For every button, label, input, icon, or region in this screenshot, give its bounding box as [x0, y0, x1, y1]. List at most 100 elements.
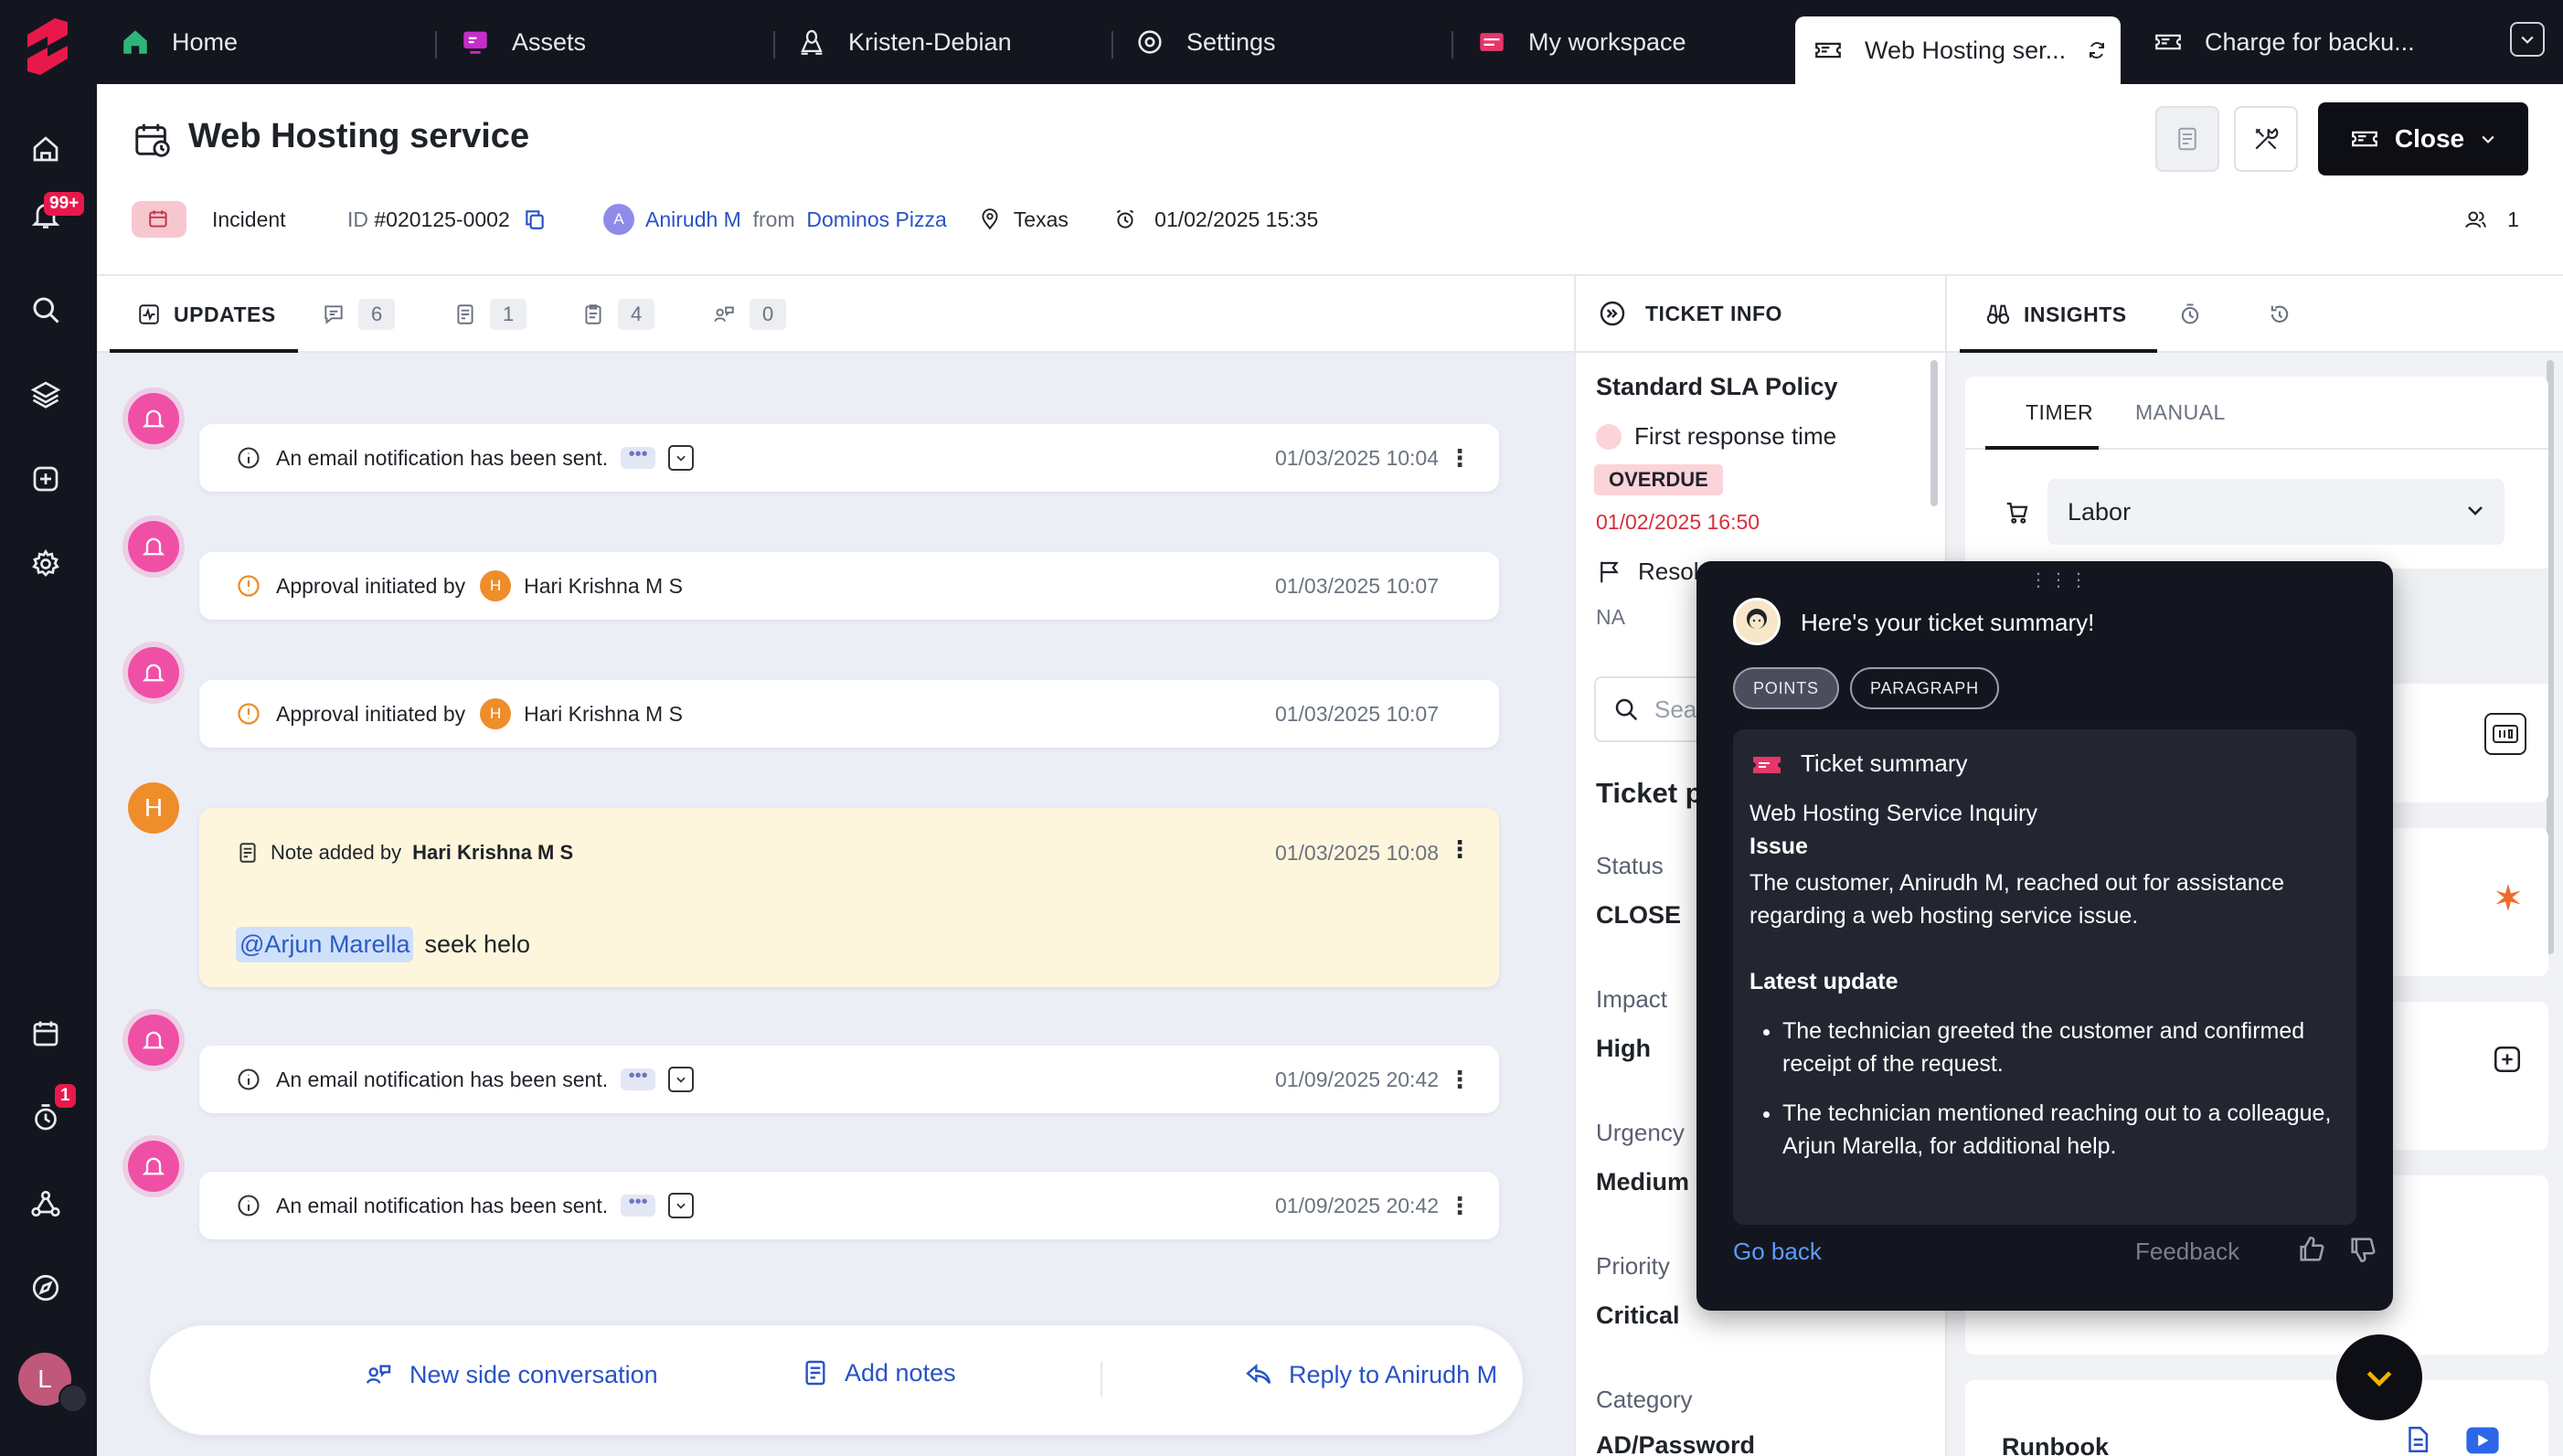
compass-icon[interactable]	[27, 1269, 65, 1307]
go-back-link[interactable]: Go back	[1733, 1238, 1822, 1266]
tab-tasks[interactable]: 4	[581, 276, 655, 353]
tab-label: Home	[172, 27, 239, 56]
close-ticket-button[interactable]: Close	[2318, 102, 2528, 175]
settings-icon[interactable]	[27, 545, 65, 583]
activity-feed: An email notification has been sent. •••…	[97, 353, 1574, 1386]
scrollbar[interactable]	[1930, 360, 1938, 506]
tab-side-conversations[interactable]: 0	[711, 276, 787, 353]
activity-icon	[139, 304, 159, 324]
tools-button[interactable]	[2234, 106, 2298, 172]
urgency-value[interactable]: Medium	[1596, 1168, 1689, 1196]
feed-item-user[interactable]: Hari Krishna M S	[524, 574, 683, 599]
tab-assets[interactable]: Assets	[459, 0, 586, 84]
feed-item[interactable]: Approval initiated by H Hari Krishna M S…	[199, 680, 1499, 748]
status-value[interactable]: CLOSE	[1596, 901, 1681, 930]
collapse-assistant-button[interactable]	[2336, 1334, 2422, 1420]
paragraph-toggle[interactable]: PARAGRAPH	[1850, 667, 1999, 709]
more-dots-button[interactable]: •••	[621, 1067, 656, 1090]
feed-item[interactable]: An email notification has been sent. •••…	[199, 424, 1499, 492]
kebab-menu-icon[interactable]: ⋮	[1448, 1192, 1472, 1220]
subtab-manual[interactable]: MANUAL	[2135, 400, 2226, 425]
tab-conversations[interactable]: 6	[322, 276, 396, 353]
feed-item[interactable]: An email notification has been sent. •••…	[199, 1046, 1499, 1113]
tab-home[interactable]: Home	[119, 0, 238, 84]
requester[interactable]: A Anirudh M from Dominos Pizza	[603, 201, 947, 238]
new-side-conversation-label: New side conversation	[409, 1360, 658, 1388]
add-notes-button[interactable]: Add notes	[801, 1358, 956, 1387]
apps-icon[interactable]	[58, 1384, 88, 1413]
company-link[interactable]: Dominos Pizza	[806, 207, 946, 232]
feed-item[interactable]: An email notification has been sent. •••…	[199, 1172, 1499, 1239]
points-toggle[interactable]: POINTS	[1733, 667, 1839, 709]
tab-timer[interactable]	[2177, 276, 2203, 353]
category-value[interactable]: AD/Password	[1596, 1431, 1755, 1456]
issue-text: The customer, Anirudh M, reached out for…	[1749, 870, 2285, 929]
requester-avatar: A	[603, 204, 634, 235]
chevron-down-icon	[2482, 135, 2494, 143]
summary-title: Ticket summary	[1801, 749, 1968, 777]
tab-charge-for-backup[interactable]: Charge for backu...	[2152, 0, 2508, 84]
note-text: seek helo	[424, 930, 531, 958]
drag-handle-icon[interactable]: ⋮⋮⋮	[2029, 569, 2090, 591]
ticket-calendar-icon	[135, 123, 170, 157]
note-icon	[239, 843, 256, 863]
tab-updates[interactable]: UPDATES	[137, 276, 276, 353]
expand-icon[interactable]	[668, 445, 695, 471]
list-item: The technician greeted the customer and …	[1782, 1015, 2340, 1080]
more-dots-button[interactable]: •••	[621, 445, 656, 469]
copy-icon[interactable]	[523, 207, 547, 231]
expand-icon[interactable]	[668, 1193, 695, 1218]
active-tab-indicator	[1960, 349, 2157, 353]
labor-select[interactable]: Labor	[2047, 479, 2505, 545]
note-author: Hari Krishna M S	[412, 841, 574, 864]
tab-kristen-debian[interactable]: Kristen-Debian	[795, 0, 1012, 84]
mention-tag[interactable]: @Arjun Marella	[236, 927, 414, 962]
add-icon[interactable]	[2492, 1044, 2523, 1075]
tab-overflow-button[interactable]	[2510, 22, 2545, 57]
home-icon[interactable]	[27, 130, 65, 168]
tab-notes[interactable]: 1	[453, 276, 527, 353]
id-label: ID	[347, 207, 368, 231]
new-side-conversation-button[interactable]: New side conversation	[362, 1360, 658, 1389]
user-avatar: H	[480, 698, 512, 729]
thumbs-up-icon[interactable]	[2296, 1234, 2327, 1265]
tab-my-workspace[interactable]: My workspace	[1475, 0, 1686, 84]
workflow-icon[interactable]	[27, 1185, 65, 1223]
tab-web-hosting[interactable]: Web Hosting ser...	[1795, 16, 2121, 84]
more-dots-button[interactable]: •••	[621, 1193, 656, 1217]
refresh-icon[interactable]	[2086, 39, 2108, 61]
app-logo-icon[interactable]	[18, 15, 77, 79]
video-icon[interactable]	[2464, 1426, 2501, 1455]
watchers[interactable]: 1	[2462, 201, 2519, 238]
feed-item[interactable]: Approval initiated by H Hari Krishna M S…	[199, 552, 1499, 620]
feed-item-time: 01/03/2025 10:07	[1274, 573, 1439, 598]
search-icon[interactable]	[27, 291, 65, 329]
page-title: Web Hosting service	[188, 117, 530, 155]
latest-update-heading: Latest update	[1749, 969, 1898, 994]
feed-item-text: An email notification has been sent.	[276, 1193, 609, 1217]
document-icon[interactable]	[2402, 1424, 2433, 1455]
note-header: Note added by Hari Krishna M S	[236, 841, 573, 865]
details-button[interactable]	[2155, 106, 2219, 172]
calendar-icon[interactable]	[27, 1015, 65, 1053]
feed-item-user[interactable]: Hari Krishna M S	[524, 702, 683, 727]
layers-icon[interactable]	[27, 375, 65, 413]
expand-icon[interactable]	[668, 1067, 695, 1092]
kebab-menu-icon[interactable]: ⋮	[1448, 835, 1472, 864]
tab-settings[interactable]: Settings	[1133, 0, 1276, 84]
kebab-menu-icon[interactable]: ⋮	[1448, 444, 1472, 473]
impact-value[interactable]: High	[1596, 1035, 1651, 1063]
thumbs-down-icon[interactable]	[2347, 1234, 2378, 1265]
priority-value[interactable]: Critical	[1596, 1302, 1680, 1330]
tab-insights[interactable]: INSIGHTS	[1985, 276, 2127, 353]
add-icon[interactable]	[27, 460, 65, 498]
collapse-icon[interactable]	[1598, 299, 1627, 328]
requester-name[interactable]: Anirudh M	[645, 207, 741, 232]
note-icon	[805, 1360, 825, 1386]
reply-button[interactable]: Reply to Anirudh M	[1243, 1360, 1497, 1389]
subtab-timer[interactable]: TIMER	[2026, 400, 2093, 425]
kebab-menu-icon[interactable]: ⋮	[1448, 1066, 1472, 1094]
tab-history[interactable]	[2267, 276, 2292, 353]
start-timer-button[interactable]	[2484, 713, 2526, 755]
note-card[interactable]: Note added by Hari Krishna M S 01/03/202…	[199, 808, 1499, 987]
